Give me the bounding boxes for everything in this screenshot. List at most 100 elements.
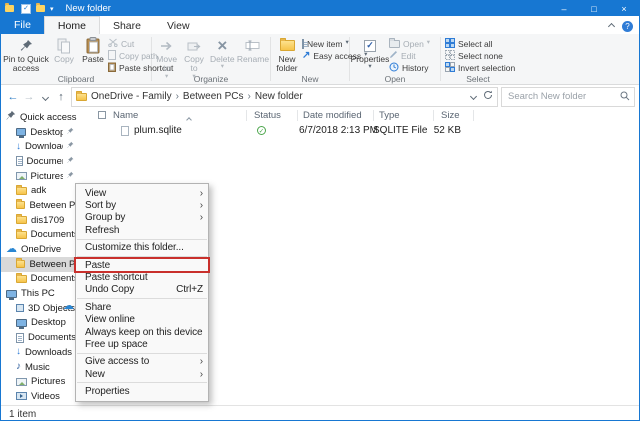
minimize-button[interactable]: – (549, 1, 579, 16)
select-none-label: Select none (458, 51, 503, 61)
tab-share[interactable]: Share (100, 17, 154, 34)
file-row-plum-sqlite[interactable]: plum.sqlite ✓ 6/7/2018 2:13 PM SQLITE Fi… (77, 123, 639, 138)
context-menu-item-refresh[interactable]: Refresh (76, 224, 208, 236)
properties-icon: ✓ (364, 40, 376, 52)
sidebar-item-pictures[interactable]: Pictures (1, 169, 77, 184)
delete-button[interactable]: × Delete ▾ (208, 36, 237, 71)
refresh-icon[interactable] (483, 90, 493, 103)
breadcrumb-between-pcs[interactable]: Between PCs (183, 91, 244, 102)
context-menu-item-customize-this-folder[interactable]: Customize this folder... (76, 242, 208, 254)
sidebar-item-videos[interactable]: Videos (1, 389, 77, 404)
document-icon (16, 333, 24, 343)
menu-label: View online (85, 314, 135, 325)
sidebar-item-desktop-pc[interactable]: Desktop (1, 316, 77, 331)
properties-button[interactable]: ✓ Properties ▾ (351, 36, 389, 71)
pin-to-quick-access-button[interactable]: Pin to Quick access (2, 36, 50, 74)
sidebar-item-documents[interactable]: Documents (1, 154, 77, 169)
sidebar-item-desktop[interactable]: Desktop (1, 125, 77, 140)
context-menu-item-view-online[interactable]: View online (76, 314, 208, 326)
maximize-button[interactable]: □ (579, 1, 609, 16)
column-header-name[interactable]: Name (113, 108, 138, 122)
easy-access-button[interactable]: ↗ Easy access ▾ (302, 50, 348, 61)
copy-path-icon (108, 50, 116, 62)
recent-locations-icon[interactable] (37, 91, 53, 103)
customize-qat-arrow-icon[interactable]: ▾ (50, 5, 54, 13)
sidebar-item-local-disk-c[interactable]: Local Disk (C:) (1, 404, 77, 405)
help-icon[interactable]: ? (622, 21, 633, 32)
context-menu-item-always-keep-on-this-device[interactable]: Always keep on this device (76, 326, 208, 338)
copy-path-button[interactable]: Copy path (108, 50, 150, 61)
column-header-type[interactable]: Type (379, 108, 400, 122)
sidebar-section-quick-access[interactable]: Quick access (1, 110, 77, 125)
context-menu-item-free-up-space[interactable]: Free up space (76, 338, 208, 350)
sidebar-item-downloads-pc[interactable]: ↓ Downloads (1, 345, 77, 360)
back-button[interactable]: ← (5, 91, 21, 103)
sidebar-item-documents-pc[interactable]: Documents (1, 330, 77, 345)
breadcrumb-new-folder[interactable]: New folder (255, 91, 303, 102)
new-folder-button[interactable]: New folder (272, 36, 302, 74)
pin-to-quick-access-label: Pin to Quick access (2, 55, 50, 74)
context-menu-item-share[interactable]: ☁ Share (76, 301, 208, 313)
breadcrumb-onedrive-family[interactable]: OneDrive - Family (91, 91, 172, 102)
sidebar-item-dis1709[interactable]: dis1709 (1, 213, 77, 228)
sidebar-label: Documents (31, 273, 77, 284)
sidebar-section-this-pc[interactable]: This PC (1, 286, 77, 301)
folder-qat-icon[interactable] (36, 5, 45, 12)
context-menu-item-give-access-to[interactable]: Give access to › (76, 356, 208, 368)
search-icon[interactable] (620, 88, 630, 106)
sidebar-item-documents-2[interactable]: Documents (1, 228, 77, 243)
context-menu-item-paste[interactable]: Paste (76, 259, 208, 271)
rename-button[interactable]: Rename (237, 36, 269, 64)
select-all-label: Select all (458, 39, 493, 49)
sidebar-item-pictures-pc[interactable]: Pictures (1, 374, 77, 389)
open-button[interactable]: Open ▾ (389, 38, 435, 49)
properties-qat-icon[interactable]: ✓ (21, 4, 31, 14)
pin-icon (67, 127, 74, 138)
sidebar-item-music[interactable]: ♪ Music (1, 360, 77, 375)
open-label: Open (403, 39, 424, 49)
sidebar-item-between-pcs[interactable]: Between PCs (1, 198, 77, 213)
address-box[interactable]: OneDrive - Family › Between PCs › New fo… (71, 87, 498, 107)
select-all-button[interactable]: Select all (445, 38, 515, 49)
close-button[interactable]: × (609, 1, 639, 16)
column-header-size[interactable]: Size (441, 108, 459, 122)
new-item-button[interactable]: New item ▾ (302, 38, 348, 49)
sidebar-item-adk[interactable]: adk (1, 183, 77, 198)
context-menu-item-new[interactable]: New › (76, 368, 208, 380)
tab-home[interactable]: Home (44, 16, 100, 34)
address-dropdown-icon[interactable] (470, 93, 477, 100)
up-button[interactable]: ↑ (53, 91, 69, 103)
context-menu-item-undo-copy[interactable]: Undo Copy Ctrl+Z (76, 284, 208, 296)
tab-file[interactable]: File (1, 16, 44, 34)
onedrive-cloud-icon: ☁ (6, 245, 17, 254)
edit-button[interactable]: Edit (389, 50, 435, 61)
context-menu-item-view[interactable]: View › (76, 187, 208, 199)
select-none-button[interactable]: Select none (445, 50, 515, 61)
sidebar-item-documents-onedrive[interactable]: Documents (1, 272, 77, 287)
title-bar: ✓ ▾ New folder – □ × (1, 1, 639, 16)
select-group-label: Select (441, 74, 515, 84)
tab-view[interactable]: View (154, 17, 203, 34)
column-header-status[interactable]: Status (254, 108, 281, 122)
cut-button[interactable]: Cut (108, 38, 150, 49)
cut-label: Cut (121, 39, 134, 49)
context-menu-item-paste-shortcut[interactable]: Paste shortcut (76, 271, 208, 283)
invert-selection-button[interactable]: Invert selection (445, 62, 515, 73)
history-button[interactable]: History (389, 62, 435, 73)
context-menu-item-sort-by[interactable]: Sort by › (76, 199, 208, 211)
paste-button[interactable]: Paste (78, 36, 108, 64)
copy-button[interactable]: Copy (50, 36, 78, 64)
search-input[interactable] (506, 90, 620, 103)
context-menu-item-group-by[interactable]: Group by › (76, 212, 208, 224)
sidebar-item-between-pcs-onedrive[interactable]: Between PCs (1, 257, 77, 272)
column-header-date-modified[interactable]: Date modified (303, 108, 362, 122)
select-all-checkbox[interactable] (98, 111, 106, 119)
sidebar-item-downloads[interactable]: ↓ Downloads (1, 139, 77, 154)
picture-icon (16, 172, 27, 180)
context-menu-item-properties[interactable]: Properties (76, 385, 208, 397)
forward-button[interactable]: → (21, 91, 37, 103)
sidebar-section-onedrive[interactable]: ☁ OneDrive (1, 242, 77, 257)
pin-icon (67, 156, 74, 167)
paste-shortcut-button[interactable]: Paste shortcut (108, 62, 150, 73)
minimize-ribbon-icon[interactable] (608, 23, 615, 30)
